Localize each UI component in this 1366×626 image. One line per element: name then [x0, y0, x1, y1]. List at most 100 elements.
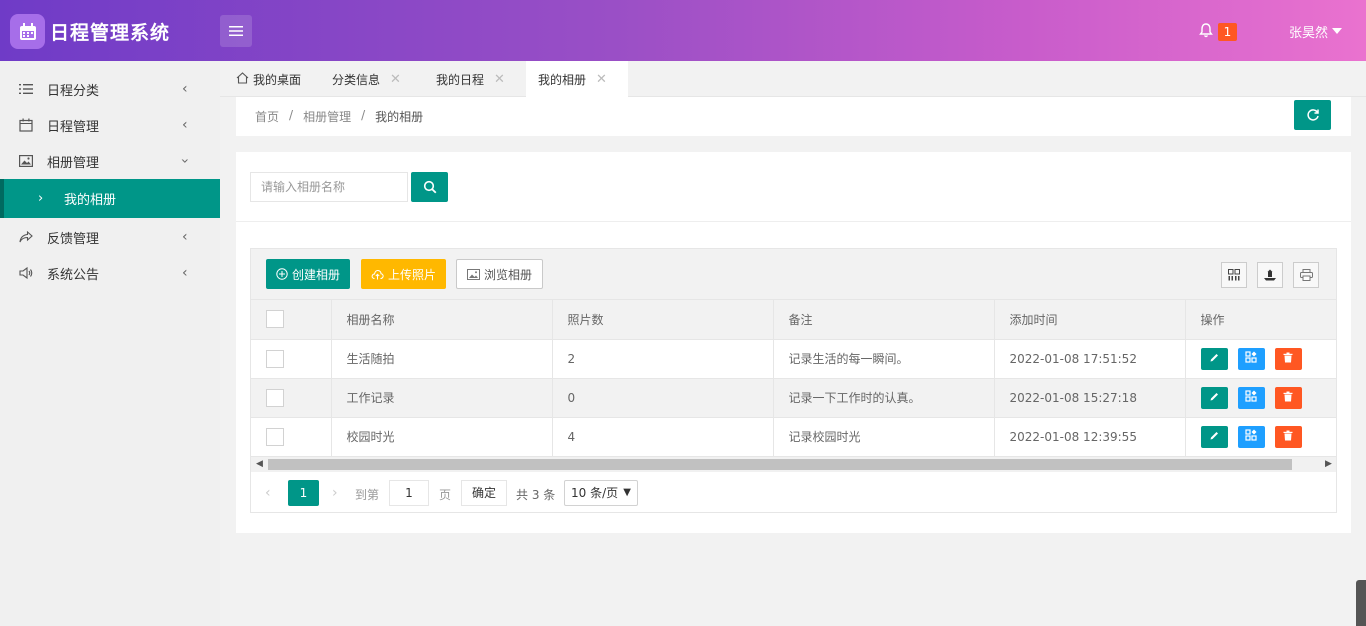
sidebar: 日程分类 ‹ 日程管理 ‹ 相册管理 ‹ › 我的相册 反馈管理 ‹ 系统公告 … — [0, 61, 220, 626]
prev-page-icon[interactable]: ‹ — [265, 485, 271, 501]
grid-icon — [1245, 350, 1257, 363]
tab-category-info[interactable]: 分类信息 ✕ — [320, 61, 420, 97]
view-photos-button[interactable] — [1237, 425, 1265, 448]
total-count: 共 3 条 — [516, 488, 556, 502]
chevron-down-icon[interactable] — [1332, 28, 1342, 34]
confirm-page-button[interactable]: 确定 — [461, 480, 507, 506]
page-size-value: 10 条/页 — [571, 486, 619, 500]
page-scroll-handle[interactable] — [1356, 580, 1366, 626]
column-header[interactable]: 照片数 — [552, 300, 774, 340]
create-album-button[interactable]: 创建相册 — [266, 259, 351, 289]
breadcrumb-home[interactable]: 首页 — [255, 108, 279, 125]
edit-button[interactable] — [1200, 425, 1228, 448]
photo-count-cell: 0 — [552, 378, 774, 418]
picture-icon — [467, 268, 480, 280]
bell-icon[interactable] — [1199, 23, 1213, 42]
close-icon[interactable]: ✕ — [390, 72, 401, 87]
search-input[interactable] — [250, 172, 408, 202]
tab-label: 分类信息 — [332, 72, 381, 87]
browse-album-button[interactable]: 浏览相册 — [456, 259, 544, 289]
close-icon[interactable]: ✕ — [596, 72, 607, 87]
breadcrumb-parent[interactable]: 相册管理 — [303, 108, 351, 125]
refresh-button[interactable] — [1294, 100, 1331, 130]
export-button[interactable] — [1257, 262, 1283, 288]
scroll-left-icon[interactable]: ◀ — [256, 459, 263, 469]
scroll-right-icon[interactable]: ▶ — [1325, 459, 1332, 469]
sidebar-item-schedule-category[interactable]: 日程分类 ‹ — [0, 71, 220, 107]
select-all-checkbox[interactable] — [266, 310, 284, 329]
breadcrumb: 首页 / 相册管理 / 我的相册 — [255, 108, 423, 125]
horizontal-scrollbar[interactable]: ◀ ▶ — [251, 456, 1336, 472]
create-album-label: 创建相册 — [292, 267, 341, 282]
data-table: 相册名称 照片数 备注 添加时间 操作 生活随拍 2 记录生活的每一瞬间。 20… — [251, 300, 1337, 457]
table-toolbar: 创建相册 上传照片 浏览相册 — [251, 249, 1336, 300]
notification-badge[interactable]: 1 — [1218, 23, 1237, 41]
app-title: 日程管理系统 — [50, 22, 171, 44]
tab-my-schedule[interactable]: 我的日程 ✕ — [424, 61, 524, 97]
breadcrumb-separator: / — [289, 108, 294, 122]
next-page-icon[interactable]: › — [332, 485, 338, 501]
sidebar-item-label: 反馈管理 — [47, 231, 100, 247]
calendar-icon — [18, 117, 34, 133]
sidebar-item-album-manage[interactable]: 相册管理 ‹ — [0, 143, 220, 179]
column-header[interactable]: 备注 — [773, 300, 995, 340]
tab-bar: 我的桌面 分类信息 ✕ 我的日程 ✕ 我的相册 ✕ — [220, 61, 1366, 98]
table-row: 生活随拍 2 记录生活的每一瞬间。 2022-01-08 17:51:52 — [251, 339, 1337, 379]
columns-filter-button[interactable] — [1221, 262, 1247, 288]
chevron-down-icon: ‹ — [176, 158, 193, 164]
column-header[interactable]: 相册名称 — [331, 300, 553, 340]
current-page[interactable]: 1 — [288, 480, 319, 506]
delete-button[interactable] — [1274, 347, 1302, 370]
delete-button[interactable] — [1274, 386, 1302, 409]
scrollbar-thumb[interactable] — [268, 459, 1292, 470]
close-icon[interactable]: ✕ — [494, 72, 505, 87]
album-name-cell: 生活随拍 — [331, 339, 553, 379]
sidebar-subitem-my-album[interactable]: › 我的相册 — [0, 179, 220, 218]
row-checkbox[interactable] — [266, 388, 284, 407]
chevron-left-icon: ‹ — [182, 265, 188, 281]
edit-button[interactable] — [1200, 347, 1228, 370]
sidebar-item-label: 相册管理 — [47, 155, 100, 171]
actions-cell — [1185, 339, 1337, 379]
upload-photo-label: 上传照片 — [388, 267, 437, 282]
time-cell: 2022-01-08 12:39:55 — [994, 417, 1186, 457]
browse-album-label: 浏览相册 — [484, 267, 533, 282]
menu-toggle-button[interactable] — [220, 15, 252, 47]
table-row: 校园时光 4 记录校园时光 2022-01-08 12:39:55 — [251, 417, 1337, 457]
row-checkbox[interactable] — [266, 427, 284, 446]
user-menu[interactable]: 张昊然 — [1289, 22, 1328, 41]
pencil-icon — [1210, 392, 1218, 400]
tab-my-album[interactable]: 我的相册 ✕ — [526, 61, 628, 98]
note-cell: 记录校园时光 — [773, 417, 995, 457]
breadcrumb-current: 我的相册 — [375, 110, 424, 124]
cloud-upload-icon — [371, 269, 384, 279]
chevron-left-icon: ‹ — [182, 117, 188, 133]
column-header[interactable]: 添加时间 — [994, 300, 1186, 340]
pencil-icon — [1210, 353, 1218, 361]
note-cell: 记录一下工作时的认真。 — [773, 378, 995, 418]
goto-label: 到第 — [355, 488, 380, 502]
sidebar-item-feedback[interactable]: 反馈管理 ‹ — [0, 219, 220, 255]
upload-photo-button[interactable]: 上传照片 — [361, 259, 447, 289]
print-button[interactable] — [1293, 262, 1319, 288]
photo-count-cell: 4 — [552, 417, 774, 457]
chevron-left-icon: ‹ — [182, 229, 188, 245]
speaker-icon — [18, 265, 34, 281]
row-checkbox[interactable] — [266, 349, 284, 368]
page-size-select[interactable]: 10 条/页 ▼ — [564, 480, 638, 506]
sidebar-item-announcement[interactable]: 系统公告 ‹ — [0, 255, 220, 291]
tab-my-desktop[interactable]: 我的桌面 — [224, 61, 316, 97]
delete-button[interactable] — [1274, 425, 1302, 448]
view-photos-button[interactable] — [1237, 386, 1265, 409]
trash-icon — [1283, 430, 1293, 440]
view-photos-button[interactable] — [1237, 347, 1265, 370]
actions-cell — [1185, 378, 1337, 418]
sidebar-item-schedule-manage[interactable]: 日程管理 ‹ — [0, 107, 220, 143]
edit-button[interactable] — [1200, 386, 1228, 409]
page-input[interactable] — [389, 480, 429, 506]
grid-icon — [1245, 428, 1257, 441]
column-header: 操作 — [1185, 300, 1337, 340]
breadcrumb-bar: 首页 / 相册管理 / 我的相册 — [236, 97, 1351, 136]
select-all-cell[interactable] — [251, 300, 332, 340]
search-button[interactable] — [411, 172, 448, 202]
